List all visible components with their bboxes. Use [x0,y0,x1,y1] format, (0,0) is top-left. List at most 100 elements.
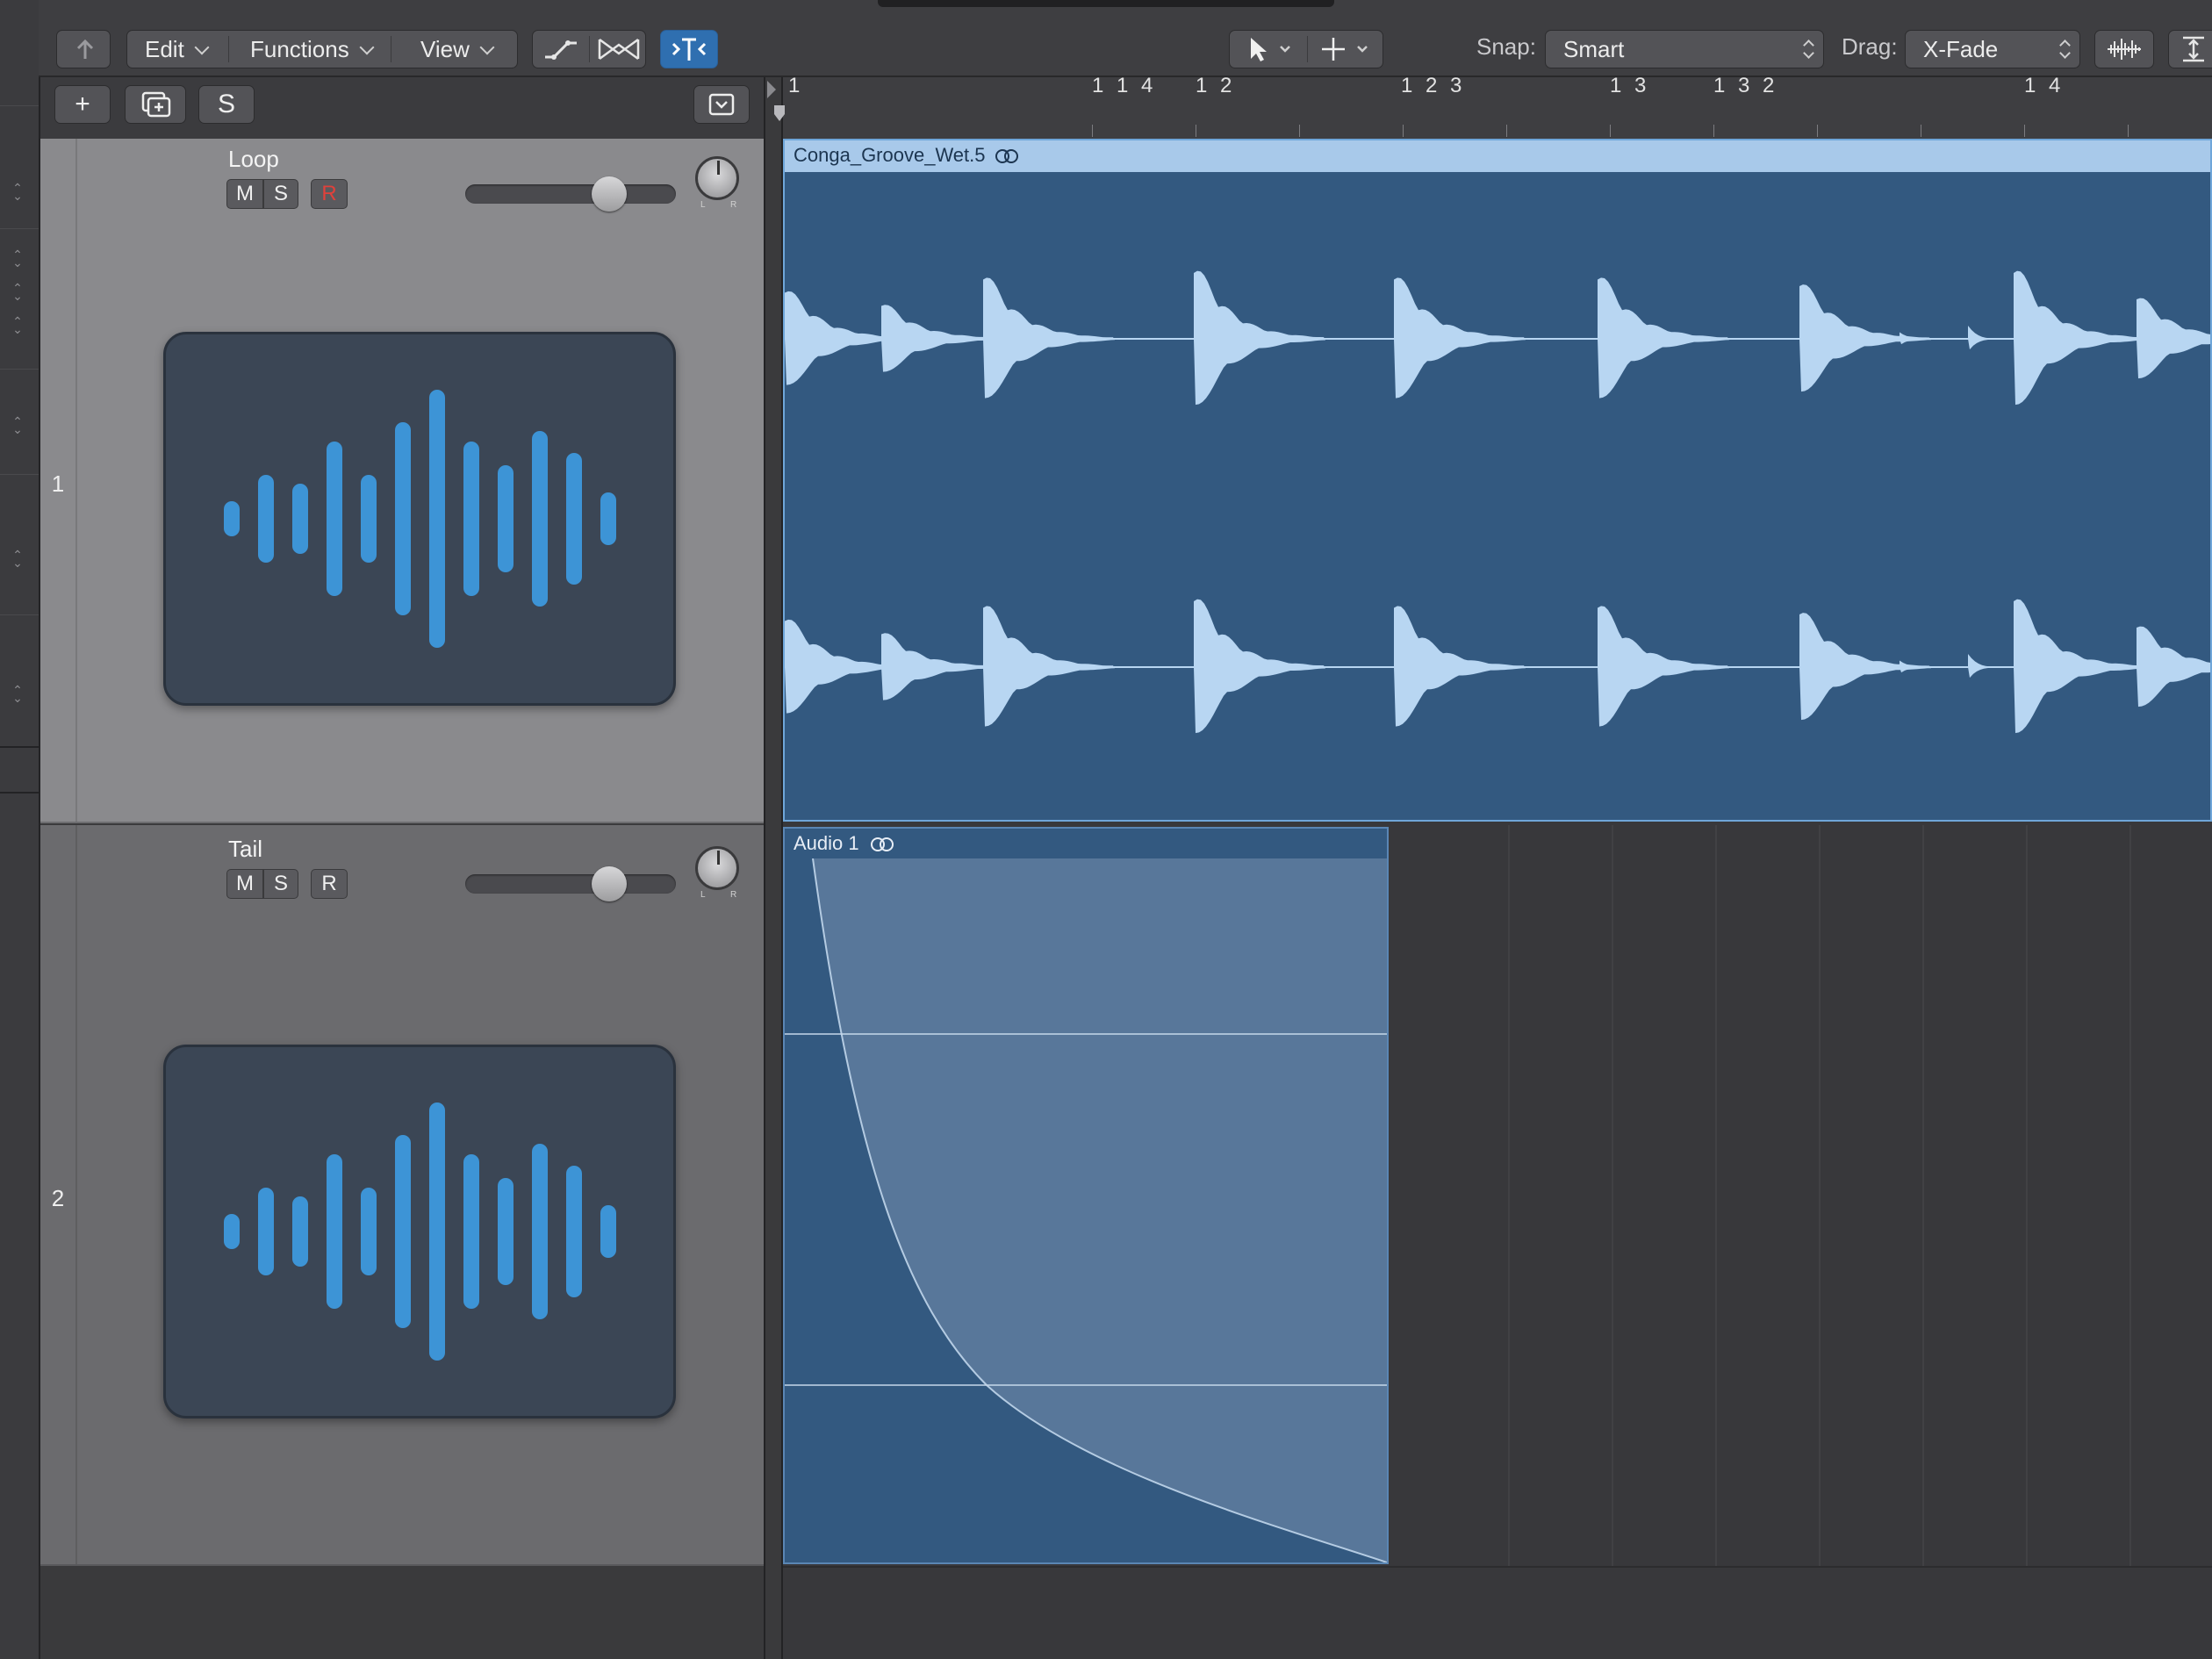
waveform-zoom-button[interactable] [2094,30,2154,68]
pan-knob[interactable] [695,156,739,200]
drag-popup[interactable]: X-Fade [1905,30,2080,68]
playhead-marker-icon[interactable] [772,104,786,123]
grid-line [1819,825,1821,1568]
drag-label: Drag: [1842,33,1898,60]
track-header-1[interactable]: 1 Loop M S R L R [40,139,764,823]
updown-icon[interactable]: ⌃ ⌄ [12,549,23,569]
mute-button[interactable]: M [226,869,263,899]
global-solo-button[interactable]: S [198,85,255,124]
audio-region[interactable]: Conga_Groove_Wet.5 [783,139,2212,822]
functions-menu[interactable]: Functions [250,31,375,68]
waveform-transient [2014,599,2145,734]
ruler-label: 1 1 4 [1092,74,1157,97]
region-name: Audio 1 [794,832,859,854]
duplicate-track-icon [141,91,171,118]
volume-fader-knob[interactable] [592,176,627,212]
back-button[interactable] [56,30,111,68]
waveform-bar [566,1166,582,1297]
track-name[interactable]: Loop [228,146,279,173]
solo-button[interactable]: S [263,179,298,209]
back-arrow-icon [76,39,94,59]
command-click-tool-menu[interactable] [1307,31,1384,68]
separator [589,36,590,62]
track-options-button[interactable] [693,85,750,124]
view-menu[interactable]: View [420,31,495,68]
left-click-tool-menu[interactable] [1230,31,1307,68]
track-header-2[interactable]: 2 Tail M S R L R [40,825,764,1566]
pan-right-label: R [730,890,737,900]
snap-label: Snap: [1476,33,1536,60]
waveform-bar [429,1102,445,1361]
grid-line [1612,825,1613,1568]
duplicate-track-button[interactable] [125,85,186,124]
waveform-transient [1598,277,1729,399]
ruler-label: 1 4 [2024,74,2065,97]
updown-icon[interactable]: ⌃ ⌄ [12,282,23,302]
waveform-bar [361,1188,377,1275]
header-divider[interactable] [764,77,783,1659]
waveform-bar [566,453,582,585]
waveform-transient [2014,270,2145,406]
catch-playhead-button[interactable] [660,30,718,68]
bar-ruler[interactable] [783,77,2212,140]
ruler-label: 1 [788,74,804,97]
updown-icon[interactable]: ⌃ ⌄ [12,684,23,704]
waveform-bar [600,492,616,545]
mute-button[interactable]: M [226,179,263,209]
edit-menu-label: Edit [145,36,184,62]
updown-icon[interactable]: ⌃ ⌄ [12,248,23,269]
record-enable-button[interactable]: R [311,179,348,209]
edit-menu[interactable]: Edit [145,31,210,68]
ruler-tick [1403,125,1404,137]
strip-divider [0,746,39,748]
track-divider [783,1566,2212,1568]
waveform-bar [532,1144,548,1319]
flex-button[interactable] [591,31,647,68]
waveform-transient [1394,277,1526,399]
drag-value: X-Fade [1923,36,1999,62]
audio-track-icon [163,332,676,706]
pan-knob[interactable] [695,846,739,890]
updown-icon[interactable]: ⌃ ⌄ [12,315,23,335]
waveform-bar [224,1214,240,1249]
grid-line [1508,825,1510,1568]
region-name: Conga_Groove_Wet.5 [794,144,986,166]
track-number: 2 [51,1185,65,1211]
waveform-bar [429,390,445,648]
waveform-bar [463,1154,479,1309]
volume-fader[interactable] [465,866,676,901]
stereo-icon [995,149,1022,165]
audio-track-icon [163,1045,676,1418]
solo-label: S [217,90,235,118]
waveform-transient [1968,326,1994,350]
track-name[interactable]: Tail [228,836,262,863]
waveform-transient [2137,626,2210,707]
snap-popup[interactable]: Smart [1545,30,1824,68]
left-inspector-strip: ⌃ ⌄ ⌃ ⌄ ⌃ ⌄ ⌃ ⌄ ⌃ ⌄ ⌃ ⌄ ⌃ ⌄ [0,0,40,1659]
automation-button[interactable] [533,31,589,68]
updown-icon [2060,39,2069,60]
waveform-transient [1968,654,1994,679]
solo-button[interactable]: S [263,869,298,899]
control-bar-edge [878,0,1334,7]
updown-icon[interactable]: ⌃ ⌄ [12,415,23,435]
region-header[interactable]: Conga_Groove_Wet.5 [785,140,2210,172]
grid-line [1922,825,1924,1568]
add-track-button[interactable]: + [54,85,111,124]
updown-icon[interactable]: ⌃ ⌄ [12,182,23,202]
ruler-tick [1092,125,1093,137]
volume-fader-knob[interactable] [592,866,627,901]
audio-region[interactable]: Audio 1 [783,827,1389,1564]
waveform-transient [1598,606,1729,727]
ruler-tick [1610,125,1611,137]
catch-playhead-icon [672,38,707,61]
waveform-transient [983,277,1115,399]
grid-line [2129,825,2131,1568]
volume-fader[interactable] [465,176,676,212]
region-header[interactable]: Audio 1 [785,829,1387,858]
record-enable-button[interactable]: R [311,869,348,899]
waveform-transient [1194,270,1325,406]
ruler-label: 1 3 2 [1713,74,1778,97]
vertical-zoom-icon [2183,36,2204,62]
track-zoom-button[interactable] [2168,30,2212,68]
